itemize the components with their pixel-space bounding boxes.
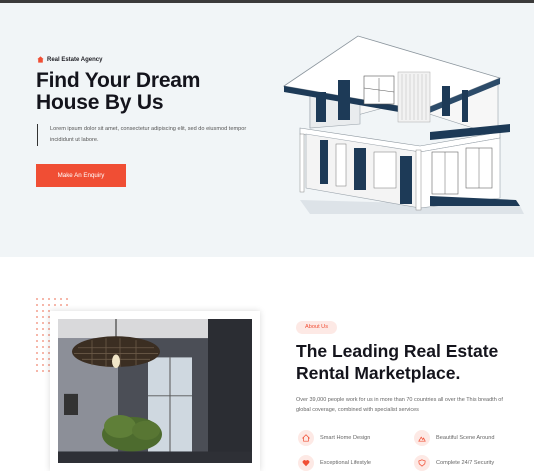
about-description: Over 39,000 people work for us in more t…	[296, 397, 503, 413]
feature-item: Smart Home Design	[298, 430, 370, 446]
house-illustration	[282, 35, 524, 214]
shield-icon	[414, 455, 430, 471]
home-icon	[37, 56, 44, 63]
hero-tag-label: Real Estate Agency	[47, 56, 103, 63]
scene-icon	[414, 430, 430, 446]
home-icon	[298, 430, 314, 446]
feature-item: Exceptional Lifestyle	[298, 455, 371, 471]
hero-tag: Real Estate Agency	[37, 56, 102, 63]
hero-description: Lorem ipsum dolor sit amet, consectetur …	[37, 124, 267, 146]
interior-photo-frame	[50, 311, 260, 471]
feature-label: Beautiful Scene Around	[436, 435, 495, 441]
feature-item: Beautiful Scene Around	[414, 430, 494, 446]
make-enquiry-button[interactable]: Make An Enquiry	[36, 164, 126, 187]
feature-label: Smart Home Design	[320, 435, 371, 441]
interior-photo	[58, 319, 252, 463]
feature-item: Complete 24/7 Security	[414, 455, 494, 471]
hero-title: Find Your Dream House By Us	[36, 69, 201, 114]
about-title: The Leading Real Estate Rental Marketpla…	[296, 341, 499, 383]
feature-label: Complete 24/7 Security	[436, 460, 495, 466]
about-us-pill: About Us	[296, 321, 338, 334]
feature-label: Exceptional Lifestyle	[320, 460, 371, 466]
heart-icon	[298, 455, 314, 471]
